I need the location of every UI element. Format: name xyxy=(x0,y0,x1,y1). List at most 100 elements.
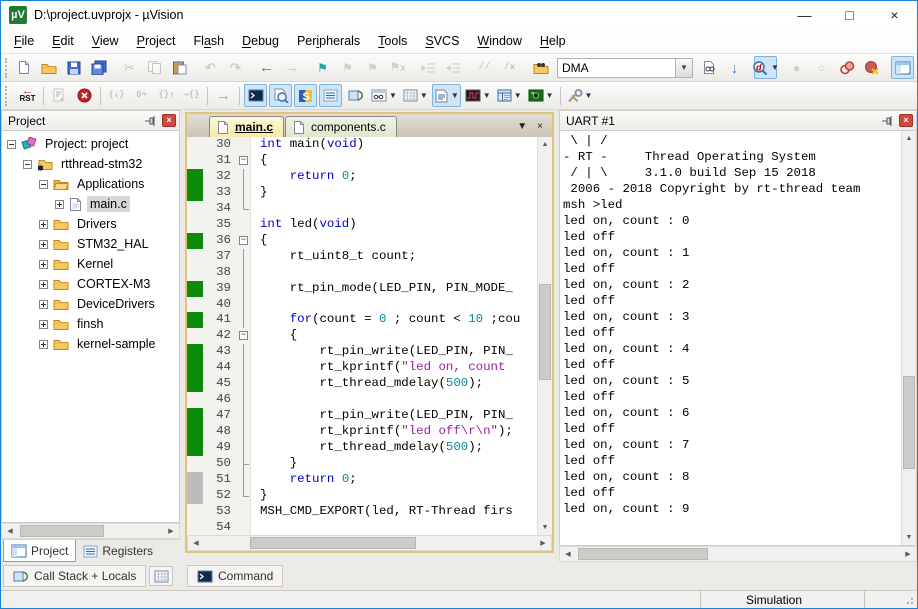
code-line-44[interactable]: 44 rt_kprintf("led on, count xyxy=(187,360,537,376)
chevron-down-icon[interactable]: ▼ xyxy=(420,91,428,100)
scroll-right-icon[interactable]: ▶ xyxy=(535,536,551,550)
find-next-button[interactable]: ↓ xyxy=(723,56,746,79)
scrollbar-thumb[interactable] xyxy=(578,548,708,560)
debug-session-button[interactable]: d▼ xyxy=(754,56,777,79)
chevron-down-icon[interactable]: ▼ xyxy=(514,91,522,100)
fold-collapse-icon[interactable]: − xyxy=(239,236,248,245)
analysis-windows-button[interactable]: ▼ xyxy=(463,84,493,107)
expand-toggle-icon[interactable] xyxy=(7,140,16,149)
fold-column[interactable]: − xyxy=(237,153,250,169)
comment-button[interactable]: // xyxy=(473,56,496,79)
new-file-button[interactable] xyxy=(12,56,35,79)
toolbox-button[interactable]: ▼ xyxy=(526,84,556,107)
uart-hscrollbar[interactable]: ◀ ▶ xyxy=(559,546,917,562)
fold-collapse-icon[interactable]: − xyxy=(239,331,248,340)
toolbar-grip[interactable] xyxy=(5,58,7,78)
stop-button[interactable] xyxy=(73,84,96,107)
indent-button[interactable] xyxy=(417,56,440,79)
scrollbar-thumb[interactable] xyxy=(539,284,551,380)
minimize-button[interactable]: — xyxy=(782,1,827,29)
chevron-down-icon[interactable]: ▼ xyxy=(675,58,693,78)
code-line-31[interactable]: 31−{ xyxy=(187,153,537,169)
tab-registers[interactable]: Registers xyxy=(76,540,160,562)
menu-debug[interactable]: Debug xyxy=(233,29,288,54)
code-line-51[interactable]: 51 return 0; xyxy=(187,472,537,488)
project-hscrollbar[interactable]: ◀ ▶ xyxy=(1,523,180,539)
scroll-up-icon[interactable]: ▲ xyxy=(538,137,552,152)
tab-call-stack-locals[interactable]: Call Stack + Locals xyxy=(3,565,146,587)
undo-button[interactable]: ↶ xyxy=(199,56,222,79)
tab-memory-window[interactable] xyxy=(149,566,173,586)
code-line-47[interactable]: 47 rt_pin_write(LED_PIN, PIN_ xyxy=(187,408,537,424)
scroll-left-icon[interactable]: ◀ xyxy=(2,524,18,538)
redo-button[interactable]: ↷ xyxy=(224,56,247,79)
tree-item-finsh[interactable]: finsh xyxy=(2,314,179,334)
editor-vscrollbar[interactable]: ▲ ▼ xyxy=(537,137,552,535)
scroll-down-icon[interactable]: ▼ xyxy=(902,530,916,545)
code-line-43[interactable]: 43 rt_pin_write(LED_PIN, PIN_ xyxy=(187,344,537,360)
code-line-50[interactable]: 50 } xyxy=(187,456,537,472)
tab-project[interactable]: Project xyxy=(3,540,76,562)
code-line-30[interactable]: 30int main(void) xyxy=(187,137,537,153)
cut-button[interactable]: ✂ xyxy=(118,56,141,79)
bookmark-prev-button[interactable]: ⚑ xyxy=(336,56,359,79)
scroll-right-icon[interactable]: ▶ xyxy=(163,524,179,538)
uart-vscrollbar[interactable]: ▲ ▼ xyxy=(901,131,916,545)
fold-column[interactable]: − xyxy=(237,233,250,249)
symbol-window-button[interactable]: S xyxy=(294,84,317,107)
tree-item-kernel-sample[interactable]: kernel-sample xyxy=(2,334,179,354)
outdent-button[interactable] xyxy=(442,56,465,79)
chevron-down-icon[interactable]: ▼ xyxy=(546,91,554,100)
find-in-files-button[interactable] xyxy=(698,56,721,79)
uncomment-button[interactable]: /x xyxy=(498,56,521,79)
code-line-32[interactable]: 32 return 0; xyxy=(187,169,537,185)
window-menu-button[interactable]: ▼ xyxy=(512,121,532,132)
chevron-down-icon[interactable]: ▼ xyxy=(389,91,397,100)
paste-button[interactable] xyxy=(168,56,191,79)
expand-toggle-icon[interactable] xyxy=(39,260,48,269)
tab-command[interactable]: Command xyxy=(187,565,283,587)
scrollbar-thumb[interactable] xyxy=(903,376,915,468)
tree-item-cortex-m3[interactable]: CORTEX-M3 xyxy=(2,274,179,294)
expand-toggle-icon[interactable] xyxy=(39,220,48,229)
memory-windows-button[interactable]: ▼ xyxy=(401,84,430,107)
menu-view[interactable]: View xyxy=(83,29,128,54)
disable-all-breakpoints-button[interactable] xyxy=(835,56,858,79)
expand-toggle-icon[interactable] xyxy=(39,180,48,189)
reset-button[interactable]: ←RST xyxy=(16,84,39,107)
step-out-button[interactable]: {}↑ xyxy=(155,84,178,107)
code-line-45[interactable]: 45 rt_thread_mdelay(500); xyxy=(187,376,537,392)
step-over-button[interactable]: 0↷ xyxy=(130,84,153,107)
menu-window[interactable]: Window xyxy=(468,29,530,54)
chevron-down-icon[interactable]: ▼ xyxy=(585,91,593,100)
expand-toggle-icon[interactable] xyxy=(39,320,48,329)
code-line-54[interactable]: 54 xyxy=(187,520,537,535)
command-window-button[interactable] xyxy=(244,84,267,107)
menu-flash[interactable]: Flash xyxy=(185,29,234,54)
expand-toggle-icon[interactable] xyxy=(39,280,48,289)
fold-collapse-icon[interactable]: − xyxy=(239,156,248,165)
save-all-button[interactable] xyxy=(87,56,110,79)
menu-project[interactable]: Project xyxy=(128,29,185,54)
scrollbar-thumb[interactable] xyxy=(250,537,416,549)
tree-item-drivers[interactable]: Drivers xyxy=(2,214,179,234)
expand-toggle-icon[interactable] xyxy=(23,160,32,169)
code-line-41[interactable]: 41 for(count = 0 ; count < 10 ;cou xyxy=(187,312,537,328)
tree-item-kernel[interactable]: Kernel xyxy=(2,254,179,274)
bookmark-clear-button[interactable]: ⚑x xyxy=(386,56,409,79)
scroll-left-icon[interactable]: ◀ xyxy=(560,547,576,561)
expand-toggle-icon[interactable] xyxy=(55,200,64,209)
code-line-35[interactable]: 35int led(void) xyxy=(187,217,537,233)
code-line-52[interactable]: 52} xyxy=(187,488,537,504)
document-tab-components-c[interactable]: components.c xyxy=(285,116,397,137)
menu-help[interactable]: Help xyxy=(531,29,575,54)
close-document-button[interactable]: × xyxy=(532,121,548,132)
maximize-button[interactable]: □ xyxy=(827,1,872,29)
scroll-left-icon[interactable]: ◀ xyxy=(188,536,204,550)
tree-item-devicedrivers[interactable]: DeviceDrivers xyxy=(2,294,179,314)
code-line-42[interactable]: 42− { xyxy=(187,328,537,344)
pin-icon[interactable] xyxy=(144,115,156,127)
document-tab-main-c[interactable]: main.c xyxy=(209,116,284,137)
tree-item-project-project[interactable]: Project: project xyxy=(2,134,179,154)
code-editor[interactable]: 30int main(void)31−{32 return 0;33}3435i… xyxy=(187,137,537,535)
